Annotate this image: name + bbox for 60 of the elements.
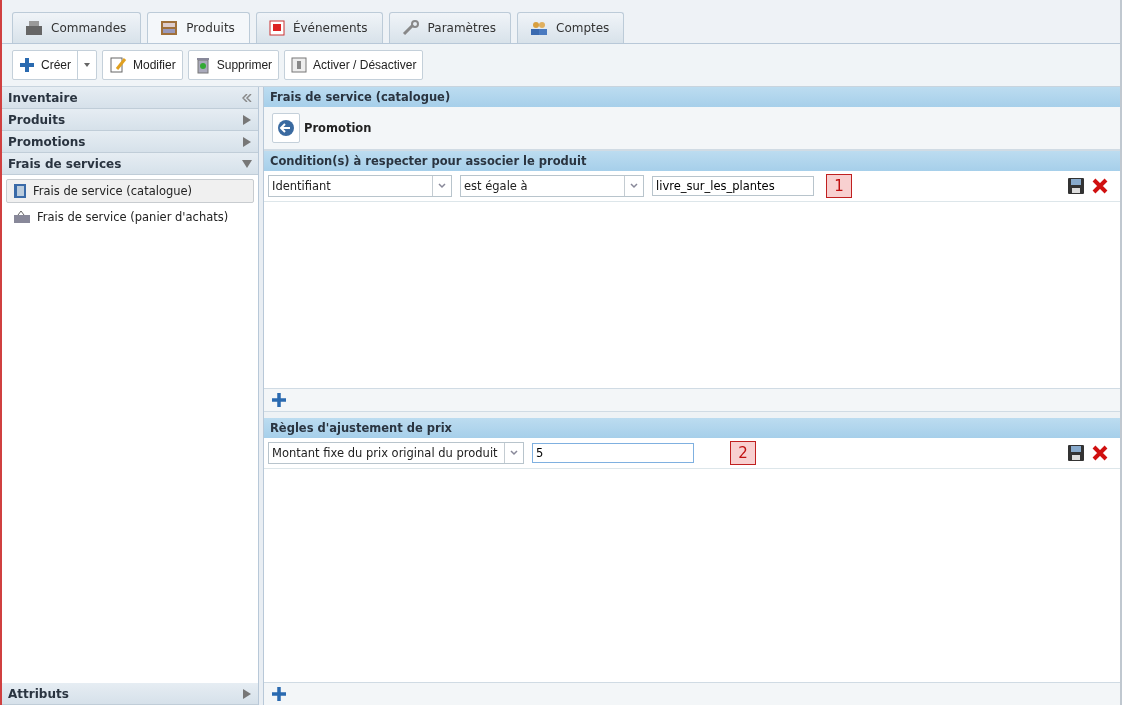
section-title: Promotions	[8, 134, 86, 149]
accordion-header[interactable]: Inventaire	[2, 87, 258, 109]
accordion-header[interactable]: Frais de services	[2, 153, 258, 175]
section-title: Attributs	[8, 686, 69, 701]
operator-select[interactable]: est égale à	[460, 175, 644, 197]
section-title: Inventaire	[8, 90, 78, 105]
notepad-pencil-icon	[109, 56, 127, 74]
caret-icon	[84, 63, 90, 67]
nav-item[interactable]: Frais de service (panier d'achats)	[6, 205, 254, 229]
add-icon	[272, 393, 286, 408]
back-label: Promotion	[304, 121, 372, 135]
field-select[interactable]: Identifiant	[268, 175, 452, 197]
toolbar-button[interactable]: Modifier	[102, 50, 183, 80]
chevron-down-icon	[630, 183, 638, 189]
callout-number: 2	[730, 441, 756, 466]
chevron-down-icon	[510, 450, 518, 457]
toolbar-button[interactable]: Supprimer	[187, 50, 280, 80]
value-input[interactable]: livre_sur_les_plantes	[652, 176, 814, 196]
section-title: Produits	[8, 112, 66, 127]
collapse-icon	[242, 93, 252, 102]
section-title: Frais de services	[8, 156, 122, 171]
book-icon	[13, 183, 27, 199]
accordion-header[interactable]: Attributs	[2, 683, 258, 705]
trash-can-icon	[194, 56, 211, 74]
accordion-header[interactable]: Produits	[2, 109, 258, 131]
switch-icon	[291, 57, 308, 73]
cash-register-icon	[25, 20, 43, 36]
accordion-header[interactable]: Promotions	[2, 131, 258, 153]
wrench-icon	[401, 20, 420, 36]
calendar-icon	[268, 20, 285, 36]
triangle-right-icon	[242, 136, 252, 147]
toolbar-button[interactable]: Activer / Désactiver	[284, 50, 424, 80]
add-icon	[272, 687, 286, 701]
triangle-right-icon	[242, 688, 252, 699]
toolbar-button[interactable]: Créer	[12, 50, 97, 80]
chevron-down-icon	[438, 183, 446, 189]
tab[interactable]: Comptes	[517, 12, 625, 43]
delete-icon	[1092, 178, 1108, 194]
panel-title: Frais de service (catalogue)	[264, 87, 1120, 107]
tab[interactable]: Événements	[255, 12, 383, 43]
tab[interactable]: Produits	[147, 12, 250, 43]
shelf-icon	[160, 20, 179, 36]
tab[interactable]: Commandes	[12, 12, 142, 43]
section-title: Condition(s) à respecter pour associer le produit	[264, 151, 1120, 171]
basket-icon	[13, 210, 31, 224]
value-input[interactable]: 5	[532, 443, 694, 464]
tab[interactable]: Paramètres	[388, 12, 511, 43]
users-icon	[530, 20, 548, 36]
callout-number: 1	[826, 174, 852, 198]
splitter-handle[interactable]	[264, 411, 1120, 419]
nav-item[interactable]: Frais de service (catalogue)	[6, 179, 254, 203]
rule-type-select[interactable]: Montant fixe du prix original du produit	[268, 442, 524, 465]
save-icon	[1068, 445, 1084, 462]
triangle-down-icon	[242, 158, 252, 169]
plus-icon	[19, 57, 35, 73]
back-button[interactable]	[272, 113, 300, 143]
section-title: Règles d'ajustement de prix	[264, 418, 1120, 439]
triangle-right-icon	[242, 114, 252, 125]
save-icon	[1068, 178, 1084, 194]
delete-icon	[1092, 445, 1108, 462]
